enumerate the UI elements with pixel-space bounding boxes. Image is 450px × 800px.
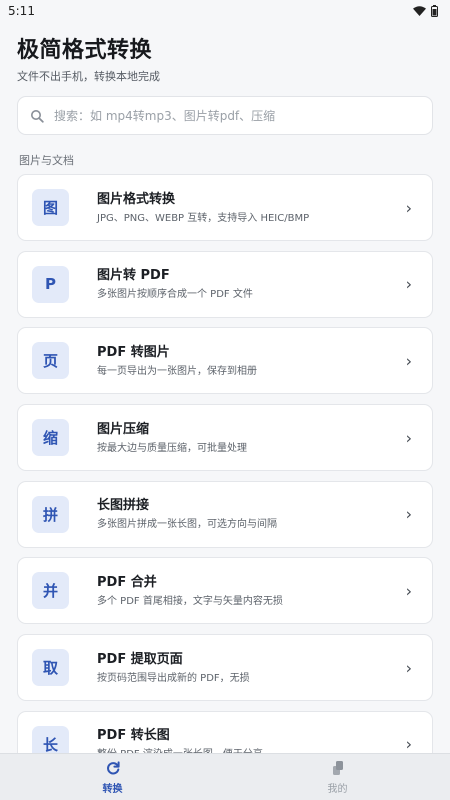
tool-title: 图片格式转换 [97, 191, 176, 207]
page-subtitle: 文件不出手机，转换本地完成 [17, 70, 160, 83]
tool-description: 多个 PDF 首尾相接，文字与矢量内容无损 [97, 595, 283, 607]
tool-badge: 拼 [32, 495, 69, 533]
tool-title: PDF 转图片 [97, 344, 170, 360]
tab-profile[interactable]: 我的 [225, 754, 450, 800]
tool-list: 图 图片格式转换 JPG、PNG、WEBP 互转，支持导入 HEIC/BMP › P 图片… [17, 174, 433, 788]
tool-badge: 缩 [32, 419, 69, 457]
tool-card[interactable]: 取 PDF 提取页面 按页码范围导出成新的 PDF，无损 › [17, 634, 433, 702]
tool-badge: 图 [32, 189, 69, 226]
tool-description: 多张图片拼成一张长图，可选方向与间隔 [97, 519, 277, 531]
tool-text: PDF 提取页面按页码范围导出成新的 PDF，无损 [97, 651, 432, 685]
tool-text: PDF 合并多个 PDF 首尾相接，文字与矢量内容无损 [97, 574, 432, 608]
battery-icon [431, 5, 438, 17]
tool-title: 图片转 PDF [97, 268, 170, 284]
tool-title: PDF 合并 [97, 574, 157, 590]
tool-title: 长图拼接 [97, 498, 150, 514]
tab-convert[interactable]: 转换 [0, 754, 225, 800]
tool-description: 每一页导出为一张图片，保存到相册 [97, 365, 257, 377]
chevron-right-icon: › [405, 428, 412, 448]
profile-icon [330, 759, 346, 777]
page-title: 极简格式转换 [17, 38, 153, 63]
tool-card[interactable]: P 图片转 PDF 多张图片按顺序合成一个 PDF 文件 › [17, 250, 433, 318]
convert-icon [105, 759, 121, 777]
tab-label: 转换 [102, 784, 123, 795]
chevron-right-icon: › [405, 734, 412, 754]
tool-description: 按页码范围导出成新的 PDF，无损 [97, 672, 250, 684]
status-time: 5:11 [8, 4, 35, 18]
bottom-tab-bar: 转换 我的 [0, 753, 450, 800]
tool-text: 长图拼接多张图片拼成一张长图，可选方向与间隔 [97, 497, 432, 531]
tool-text: PDF 转图片每一页导出为一张图片，保存到相册 [97, 344, 432, 378]
tool-text: 图片格式转换 JPG、PNG、WEBP 互转，支持导入 HEIC/BMP [97, 191, 432, 225]
status-bar: 5:11 [0, 0, 450, 22]
tool-description: 多张图片按顺序合成一个 PDF 文件 [97, 289, 253, 301]
search-icon [30, 108, 46, 124]
tool-text: 图片压缩按最大边与质量压缩，可批量处理 [97, 421, 432, 455]
tool-description: JPG、PNG、WEBP 互转，支持导入 HEIC/BMP [97, 212, 310, 224]
tool-card[interactable]: 并 PDF 合并 多个 PDF 首尾相接，文字与矢量内容无损 › [17, 557, 433, 625]
tool-card[interactable]: 缩图片压缩 按最大边与质量压缩，可批量处理 › [17, 404, 433, 472]
tool-card[interactable]: 页 PDF 转图片 每一页导出为一张图片，保存到相册 › [17, 327, 433, 395]
chevron-right-icon: › [405, 198, 412, 217]
tool-title: PDF 转长图 [97, 728, 170, 744]
tab-label: 我的 [327, 784, 348, 795]
chevron-right-icon: › [405, 658, 412, 678]
wifi-icon [413, 6, 426, 16]
chevron-right-icon: › [405, 351, 412, 371]
chevron-right-icon: › [405, 274, 412, 294]
tool-card[interactable]: 拼长图拼接 多张图片拼成一张长图，可选方向与间隔 › [17, 480, 433, 548]
tool-badge: 页 [32, 342, 69, 380]
search-input[interactable] [54, 108, 432, 123]
tool-badge: P [32, 265, 69, 303]
status-icons [413, 5, 438, 17]
search-bar[interactable] [17, 96, 433, 135]
section-label: 图片与文档 [19, 154, 74, 167]
tool-badge: 并 [32, 572, 69, 610]
chevron-right-icon: › [405, 581, 412, 601]
tool-description: 按最大边与质量压缩，可批量处理 [97, 442, 247, 454]
header: 极简格式转换 文件不出手机，转换本地完成 [17, 36, 160, 84]
tool-title: 图片压缩 [97, 421, 150, 437]
tool-title: PDF 提取页面 [97, 651, 183, 667]
chevron-right-icon: › [405, 504, 412, 524]
tool-text: 图片转 PDF 多张图片按顺序合成一个 PDF 文件 [97, 267, 432, 301]
tool-card[interactable]: 图 图片格式转换 JPG、PNG、WEBP 互转，支持导入 HEIC/BMP › [17, 174, 433, 241]
tool-badge: 取 [32, 649, 69, 687]
